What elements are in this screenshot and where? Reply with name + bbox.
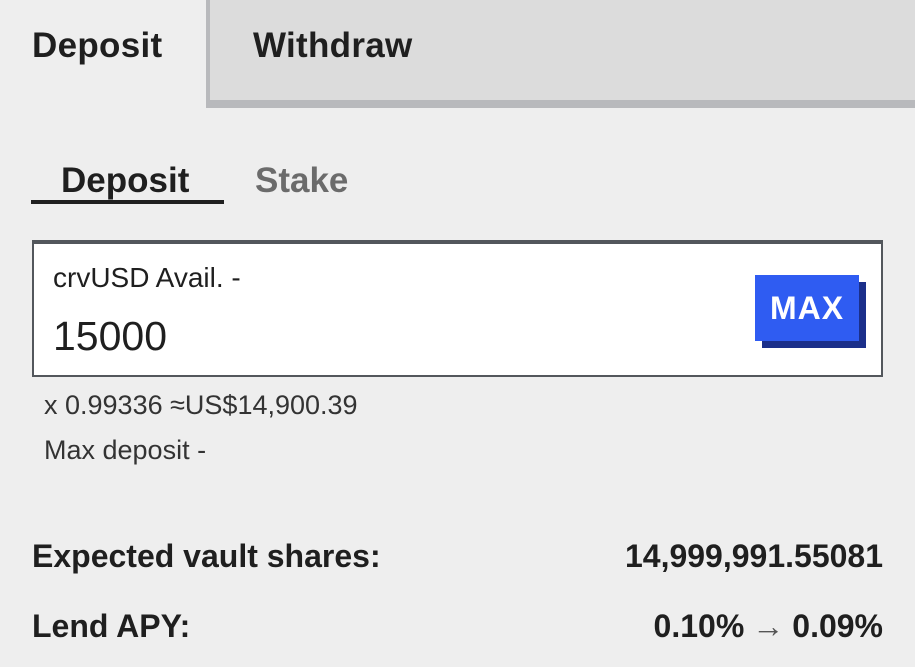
max-deposit-text: Max deposit - [44, 435, 207, 465]
expected-shares-label: Expected vault shares: [32, 538, 381, 574]
tab-withdraw-label: Withdraw [253, 26, 413, 65]
max-button[interactable]: MAX [755, 275, 859, 341]
deposit-withdraw-panel: Deposit Withdraw Deposit Stake crvUSD Av… [0, 0, 915, 667]
tab-deposit[interactable]: Deposit [0, 0, 206, 108]
amount-input[interactable] [53, 310, 693, 362]
tab-deposit-label: Deposit [32, 26, 163, 65]
available-balance-label: crvUSD Avail. - [53, 262, 241, 293]
tab-withdraw[interactable]: Withdraw [206, 0, 915, 108]
lend-apy-value: 0.10% → 0.09% [654, 608, 883, 645]
apy-current-value: 0.10% [653, 608, 745, 644]
subtab-deposit-label: Deposit [61, 161, 190, 200]
apy-new-value: 0.09% [792, 608, 883, 644]
expected-shares-value: 14,999,991.55081 [624, 538, 883, 574]
lend-apy-row: Lend APY: 0.10% → 0.09% [32, 608, 883, 652]
expected-shares-row: Expected vault shares: 14,999,991.55081 [32, 538, 883, 582]
amount-input-box: crvUSD Avail. - MAX [32, 240, 883, 377]
usd-conversion-text: x 0.99336 ≈US$14,900.39 [44, 390, 358, 420]
arrow-right-icon: → [752, 608, 785, 644]
subtab-stake[interactable]: Stake [255, 158, 348, 204]
subtab-deposit[interactable]: Deposit [31, 158, 224, 204]
subtab-stake-label: Stake [255, 161, 349, 200]
main-tabs: Deposit Withdraw [0, 0, 915, 108]
lend-apy-label: Lend APY: [32, 608, 191, 644]
